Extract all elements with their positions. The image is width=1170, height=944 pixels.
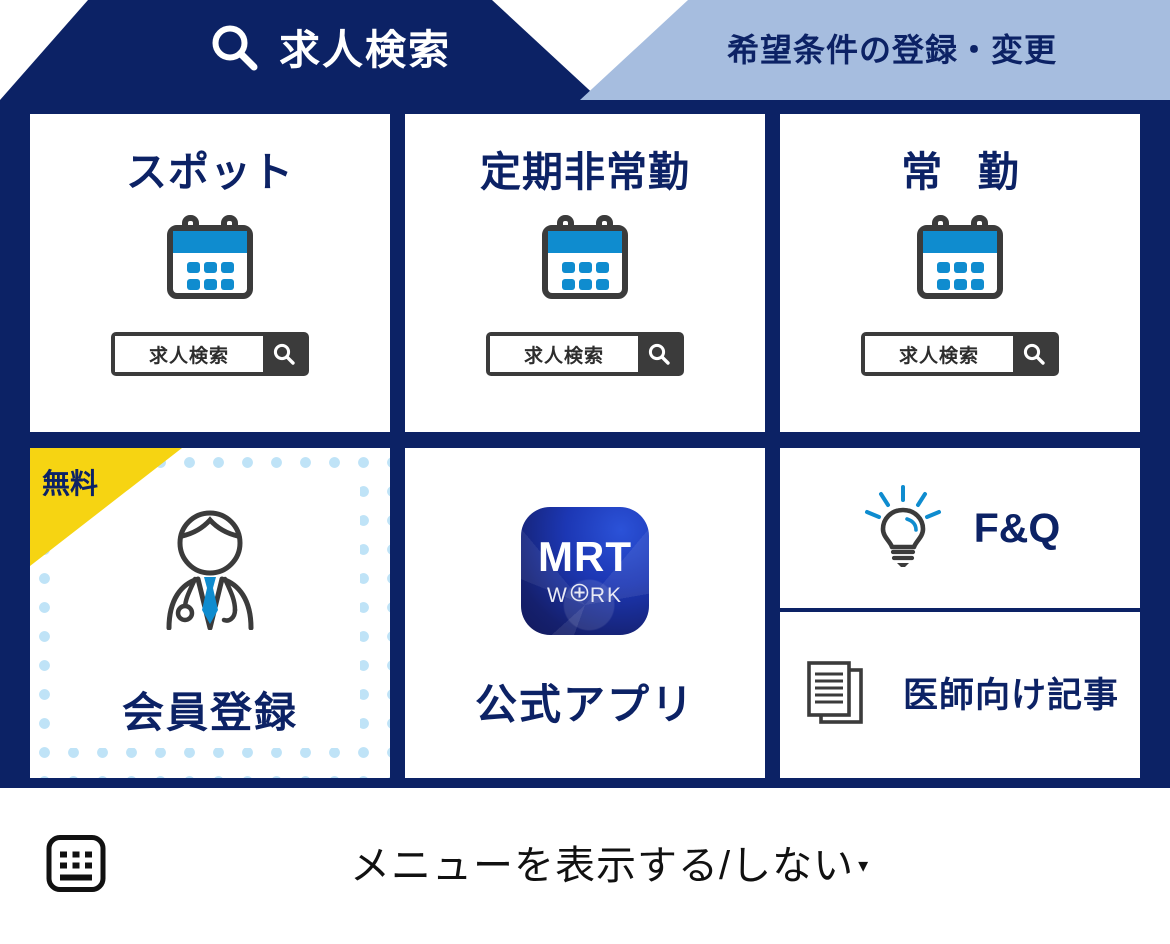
page-root: 求人検索 希望条件の登録・変更 スポット 求人検索 定期非常勤 求人検索 常 勤… [0, 0, 1170, 944]
job-search-button-spot[interactable]: 求人検索 [111, 332, 309, 376]
magnifier-icon [638, 336, 680, 372]
doctor-articles-label: 医師向け記事 [902, 675, 1119, 715]
tab-preferences-label: 希望条件の登録・変更 [726, 32, 1057, 68]
free-badge-label: 無料 [42, 468, 99, 499]
search-icon [209, 22, 261, 79]
mrt-work-app-icon: MRT W RK [521, 506, 649, 635]
job-card-spot[interactable]: スポット 求人検索 [30, 114, 390, 432]
job-card-spot-title: スポット [126, 149, 294, 195]
job-search-button-fulltime[interactable]: 求人検索 [861, 332, 1059, 376]
tab-job-search[interactable]: 求人検索 [0, 0, 600, 100]
documents-icon [801, 656, 875, 735]
job-search-button-spot-field: 求人検索 [115, 336, 263, 372]
job-search-button-spot-label: 求人検索 [148, 345, 229, 367]
chevron-down-icon: ▾ [858, 855, 869, 877]
keyboard-icon[interactable] [44, 832, 108, 901]
member-registration-card[interactable]: 無料 会員登録 [30, 448, 390, 778]
job-search-button-fulltime-field: 求人検索 [865, 336, 1013, 372]
app-icon-secondary-row: W RK [547, 583, 623, 607]
magnifier-icon [263, 336, 305, 372]
menu-visibility-toggle-label: メニューを表示する/しない [350, 844, 855, 888]
main-panel: スポット 求人検索 定期非常勤 求人検索 常 勤 求人検索 無料 会員登録 MR… [0, 100, 1170, 788]
calendar-icon [539, 215, 631, 306]
tab-job-search-content: 求人検索 [209, 22, 451, 79]
faq-cell[interactable]: F&Q [780, 448, 1140, 608]
job-card-regular-parttime[interactable]: 定期非常勤 求人検索 [405, 114, 765, 432]
magnifier-icon [1013, 336, 1055, 372]
medical-cross-icon [570, 583, 589, 607]
job-search-button-regular-parttime[interactable]: 求人検索 [486, 332, 684, 376]
job-card-regular-parttime-title: 定期非常勤 [480, 149, 690, 195]
app-icon-secondary-left: W [546, 583, 569, 607]
bottom-bar: メニューを表示する/しない ▾ [0, 788, 1170, 944]
faq-label: F&Q [973, 504, 1061, 551]
tab-bar: 求人検索 希望条件の登録・変更 [0, 0, 1170, 100]
job-search-button-regular-parttime-field: 求人検索 [490, 336, 638, 372]
lightbulb-icon [860, 483, 946, 574]
member-registration-title: 会員登録 [121, 689, 298, 736]
card-grid: スポット 求人検索 定期非常勤 求人検索 常 勤 求人検索 無料 会員登録 MR… [30, 114, 1140, 778]
tab-job-search-label: 求人検索 [279, 26, 451, 73]
doctor-articles-cell[interactable]: 医師向け記事 [780, 612, 1140, 778]
tab-preferences[interactable]: 希望条件の登録・変更 [580, 0, 1170, 100]
official-app-card[interactable]: MRT W RK 公式アプリ [405, 448, 765, 778]
job-search-button-regular-parttime-label: 求人検索 [523, 345, 604, 367]
job-card-fulltime[interactable]: 常 勤 求人検索 [780, 114, 1140, 432]
app-icon-secondary-right: RK [589, 583, 623, 607]
job-card-fulltime-title: 常 勤 [901, 149, 1031, 195]
official-app-title: 公式アプリ [474, 680, 695, 728]
info-cell-stack: F&Q 医師向け記事 [780, 448, 1140, 778]
app-icon-primary-text: MRT [538, 533, 632, 580]
calendar-icon [164, 215, 256, 306]
menu-visibility-toggle[interactable]: メニューを表示する/しない ▾ [350, 846, 868, 886]
calendar-icon [914, 215, 1006, 306]
doctor-icon [151, 500, 269, 635]
job-search-button-fulltime-label: 求人検索 [898, 345, 979, 367]
